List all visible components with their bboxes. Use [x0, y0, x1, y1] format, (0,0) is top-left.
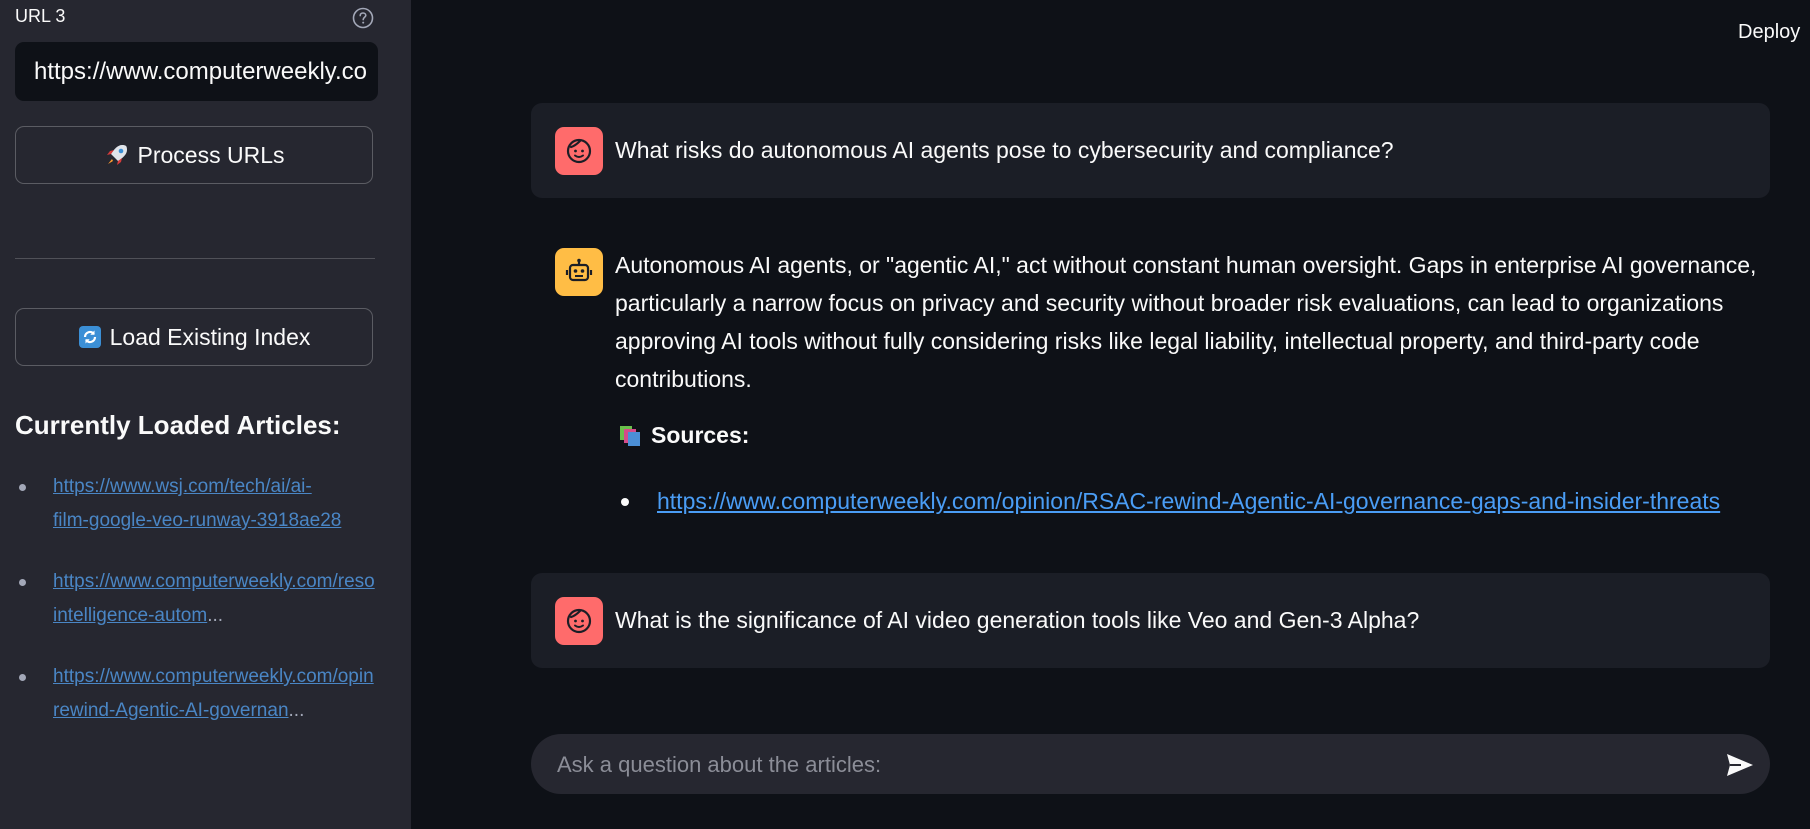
- smiley-face-icon: [566, 608, 592, 634]
- sidebar: URL 3 Process URLs Load Existing Index C…: [0, 0, 411, 829]
- sources-heading: Sources:: [619, 422, 749, 449]
- article-link[interactable]: https://www.computerweekly.com/reso inte…: [53, 565, 411, 626]
- refresh-icon: [78, 326, 101, 348]
- books-icon: [620, 425, 640, 446]
- article-link-line2: film-google-veo-runway-3918ae28: [53, 510, 342, 531]
- chat-message-assistant: Autonomous AI agents, or "agentic AI," a…: [531, 226, 1770, 556]
- list-bullet: [19, 674, 26, 681]
- article-item: https://www.wsj.com/tech/ai/ai- film-goo…: [0, 470, 411, 538]
- user-avatar: [555, 127, 603, 175]
- list-bullet: [621, 497, 629, 506]
- article-link[interactable]: https://www.wsj.com/tech/ai/ai- film-goo…: [53, 470, 411, 531]
- load-existing-index-button[interactable]: Load Existing Index: [15, 308, 373, 366]
- deploy-button[interactable]: Deploy: [1738, 21, 1800, 44]
- assistant-avatar: [555, 248, 603, 296]
- help-icon[interactable]: [352, 7, 374, 29]
- article-link-line1: https://www.wsj.com/tech/ai/ai-: [53, 476, 312, 497]
- url-field-label: URL 3: [15, 6, 66, 26]
- list-bullet: [19, 484, 26, 491]
- user-message-text: What risks do autonomous AI agents pose …: [615, 137, 1394, 163]
- article-link-line2: rewind-Agentic-AI-governan: [53, 700, 289, 721]
- url-input[interactable]: [15, 42, 378, 101]
- article-link[interactable]: https://www.computerweekly.com/opin rewi…: [53, 660, 411, 721]
- load-existing-index-label: Load Existing Index: [109, 323, 311, 350]
- source-item: https://www.computerweekly.com/opinion/R…: [621, 488, 1720, 515]
- chat-input[interactable]: [555, 734, 1709, 796]
- chat-message-user: What is the significance of AI video gen…: [531, 573, 1770, 668]
- article-item: https://www.computerweekly.com/opin rewi…: [0, 660, 411, 728]
- sources-label: Sources:: [651, 422, 750, 448]
- sidebar-divider: [15, 258, 375, 259]
- article-link-line1: https://www.computerweekly.com/reso: [53, 571, 375, 592]
- smiley-face-icon: [566, 138, 592, 164]
- article-ellipsis: ...: [288, 700, 305, 721]
- articles-list: https://www.wsj.com/tech/ai/ai- film-goo…: [0, 470, 411, 755]
- article-link-line1: https://www.computerweekly.com/opin: [53, 666, 374, 687]
- articles-heading: Currently Loaded Articles:: [15, 410, 341, 440]
- article-item: https://www.computerweekly.com/reso inte…: [0, 565, 411, 633]
- chat-message-user: What risks do autonomous AI agents pose …: [531, 103, 1770, 198]
- article-link-line2: intelligence-autom: [53, 605, 208, 626]
- article-ellipsis: ...: [207, 605, 224, 626]
- user-avatar: [555, 597, 603, 645]
- assistant-message-text: Autonomous AI agents, or "agentic AI," a…: [615, 252, 1757, 392]
- process-urls-button[interactable]: Process URLs: [15, 126, 373, 184]
- source-link[interactable]: https://www.computerweekly.com/opinion/R…: [657, 488, 1720, 515]
- robot-icon: [565, 258, 593, 282]
- user-message-text: What is the significance of AI video gen…: [615, 607, 1420, 633]
- chat-input-container: [531, 734, 1770, 796]
- list-bullet: [19, 579, 26, 586]
- process-urls-label: Process URLs: [137, 141, 285, 168]
- rocket-icon: [106, 145, 127, 165]
- send-icon[interactable]: [1725, 750, 1755, 780]
